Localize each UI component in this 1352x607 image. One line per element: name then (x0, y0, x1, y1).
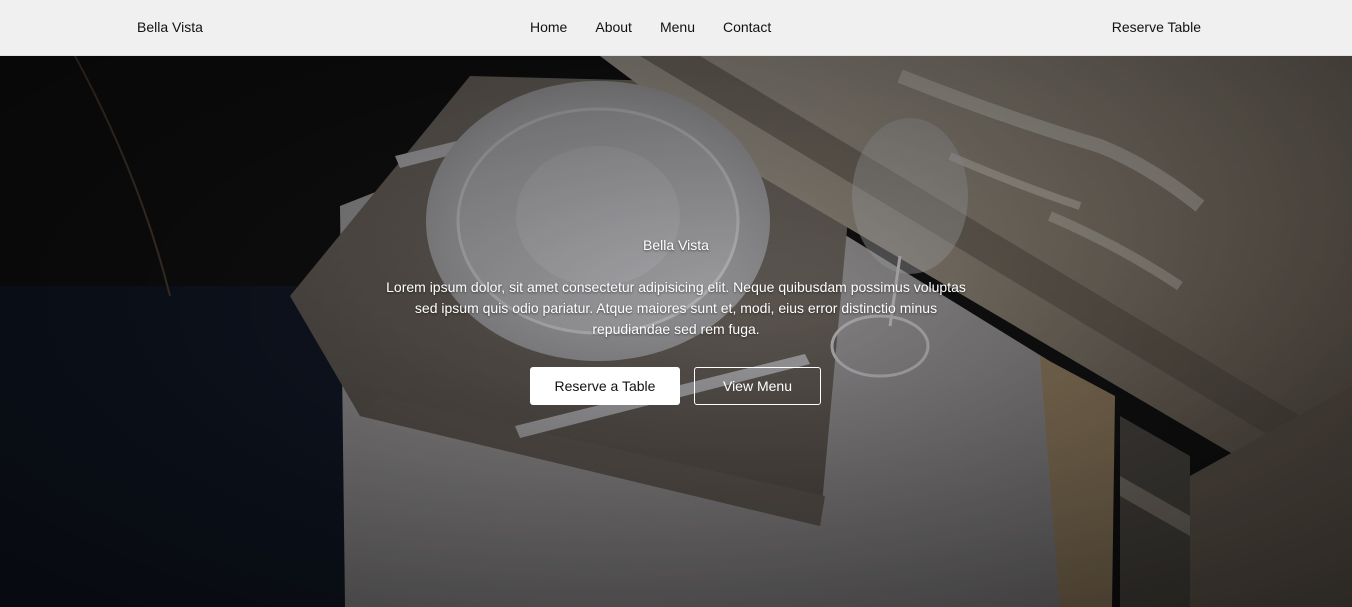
top-navbar: Bella Vista Home About Menu Contact Rese… (0, 0, 1352, 56)
view-menu-button[interactable]: View Menu (694, 367, 821, 405)
nav-links: Home About Menu Contact (530, 19, 771, 35)
hero-title: Bella Vista (643, 237, 709, 253)
nav-link-contact[interactable]: Contact (723, 19, 771, 35)
nav-link-home[interactable]: Home (530, 19, 567, 35)
reserve-a-table-button[interactable]: Reserve a Table (530, 367, 680, 405)
restaurant-landing-page: Bella Vista Home About Menu Contact Rese… (0, 0, 1352, 607)
reserve-table-nav-link[interactable]: Reserve Table (1112, 19, 1201, 35)
nav-link-about[interactable]: About (595, 19, 632, 35)
brand-logo-link[interactable]: Bella Vista (137, 19, 203, 35)
nav-link-menu[interactable]: Menu (660, 19, 695, 35)
hero-description: Lorem ipsum dolor, sit amet consectetur … (386, 279, 966, 337)
hero-button-group: Reserve a Table View Menu (530, 367, 821, 405)
hero-section: Bella Vista Lorem ipsum dolor, sit amet … (0, 56, 1352, 607)
